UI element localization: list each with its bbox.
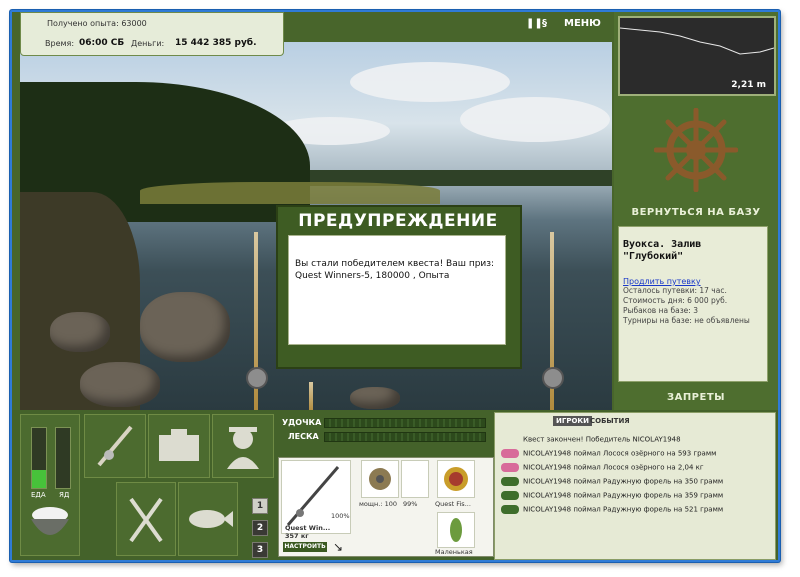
money-value: 15 442 385 руб.: [175, 38, 257, 48]
bans-button[interactable]: ЗАПРЕТЫ: [614, 392, 778, 403]
time-value: 06:00 СБ: [79, 38, 125, 48]
event-text: NICOLAY1948 поймал Радужную форель на 52…: [523, 505, 724, 514]
event-item: Квест закончен! Победитель NICOLAY1948: [501, 435, 771, 448]
events-panel: ИГРОКИ СОБЫТИЯ Квест закончен! Победител…: [494, 412, 776, 560]
rock: [80, 362, 160, 407]
rod-name: Quest Win...: [285, 524, 331, 532]
reel-left-icon: [246, 367, 268, 389]
rods-button[interactable]: [84, 414, 146, 478]
reel-slot[interactable]: [361, 460, 399, 498]
location-info: Вуокса. Залив "Глубокий" Продлить путевк…: [618, 226, 768, 382]
tackle-panel: 100% Quest Win... 357 кг НАСТРОИТЬ ↘ мощ…: [278, 457, 494, 557]
fisherman-icon: [227, 427, 259, 469]
pink-fish-icon: [501, 449, 519, 458]
rods-icon: [97, 425, 133, 467]
time-label: Время:: [45, 39, 75, 48]
poison-label: ЯД: [59, 491, 70, 499]
pot-icon[interactable]: [25, 503, 75, 547]
trout-icon: [501, 477, 519, 486]
poison-meter: [55, 427, 71, 489]
return-to-base-button[interactable]: ВЕРНУТЬСЯ НА БАЗУ: [614, 207, 778, 218]
arrow-icon: ↘: [333, 540, 344, 554]
event-item: NICOLAY1948 поймал Радужную форель на 52…: [501, 505, 771, 518]
cloud: [460, 97, 610, 142]
lure-slot[interactable]: [437, 460, 475, 498]
food-meter-fill: [32, 470, 46, 488]
rod-slot-1-button[interactable]: 1: [252, 498, 268, 514]
line-tension-gauge: [324, 432, 486, 442]
game-area: Получено опыта: 63000 Время: 06:00 СБ Де…: [12, 12, 778, 560]
right-panel: 2,21 m ВЕРНУТЬСЯ НА БАЗУ Вуокса. Залив "…: [614, 12, 778, 422]
sound-icon[interactable]: §: [542, 18, 547, 29]
player-info-bar: Получено опыта: 63000 Время: 06:00 СБ Де…: [20, 12, 284, 56]
trout-icon: [501, 491, 519, 500]
lure-name: Quest Fis...: [435, 500, 471, 508]
tackle-box-button[interactable]: [148, 414, 210, 478]
ship-wheel-icon[interactable]: [654, 108, 738, 192]
setup-button[interactable]: НАСТРОИТЬ: [283, 542, 327, 552]
tournaments: Турниры на базе: не объявлены: [623, 316, 750, 325]
reel-durability: 99%: [403, 500, 418, 508]
eat-button[interactable]: [116, 482, 176, 556]
large-rock: [140, 292, 230, 362]
blank-icon: [501, 435, 519, 444]
rod-weight: 357 кг: [285, 532, 309, 540]
rod-slot[interactable]: [281, 460, 351, 534]
fish-icon: [189, 510, 233, 528]
event-item: NICOLAY1948 поймал Лосося озёрного на 2,…: [501, 463, 771, 476]
experience-label: Получено опыта: 63000: [47, 19, 147, 28]
event-text: NICOLAY1948 поймал Лосося озёрного на 2,…: [523, 463, 704, 472]
event-text: NICOLAY1948 поймал Лосося озёрного на 59…: [523, 449, 717, 458]
rod-gauge-label: УДОЧКА: [282, 418, 322, 427]
reel-right-icon: [542, 367, 564, 389]
depth-chart: 2,21 m: [618, 16, 776, 96]
pass-left: Осталось путевки: 17 час.: [623, 286, 727, 295]
status-box: ЕДА ЯД: [20, 414, 80, 556]
line-slot[interactable]: [401, 460, 429, 498]
rod-slot-2-button[interactable]: 2: [252, 520, 268, 536]
rock: [50, 312, 110, 352]
reel-power: мощн.: 100: [359, 500, 397, 508]
fisherman-button[interactable]: [212, 414, 274, 478]
rod-icon: [286, 466, 340, 526]
fish-keepnet-button[interactable]: [178, 482, 238, 556]
event-text: NICOLAY1948 поймал Радужную форель на 35…: [523, 491, 724, 500]
reeds: [140, 182, 440, 204]
depth-value: 2,21 m: [731, 80, 766, 90]
event-item: NICOLAY1948 поймал Радужную форель на 35…: [501, 491, 771, 504]
cutlery-icon: [129, 497, 163, 543]
food-label: ЕДА: [31, 491, 46, 499]
food-meter: [31, 427, 47, 489]
extend-pass-link[interactable]: Продлить путевку: [623, 277, 763, 286]
event-item: NICOLAY1948 поймал Радужную форель на 35…: [501, 477, 771, 490]
location-title: Вуокса. Залив "Глубокий": [623, 239, 702, 262]
event-text: Квест закончен! Победитель NICOLAY1948: [523, 435, 681, 444]
pause-icon[interactable]: ❚❚: [526, 18, 543, 29]
cloud: [350, 62, 510, 102]
rod-durability: 100%: [331, 512, 350, 520]
event-item: NICOLAY1948 поймал Лосося озёрного на 59…: [501, 449, 771, 462]
trout-icon: [501, 505, 519, 514]
dialog-message: Вы стали победителем квеста! Ваш приз: Q…: [288, 235, 506, 345]
event-text: NICOLAY1948 поймал Радужную форель на 35…: [523, 477, 724, 486]
tackle-box-icon: [159, 429, 199, 461]
menu-button[interactable]: МЕНЮ: [564, 18, 601, 29]
pink-fish-icon: [501, 463, 519, 472]
dialog-title: ПРЕДУПРЕЖДЕНИЕ: [298, 211, 498, 231]
lure-icon: [444, 467, 468, 491]
tab-events[interactable]: СОБЫТИЯ: [587, 416, 633, 426]
bait-icon: [450, 518, 462, 542]
rod-tension-gauge: [324, 418, 486, 428]
bait-slot[interactable]: [437, 512, 475, 548]
rod-slot-3-button[interactable]: 3: [252, 542, 268, 558]
rock: [350, 387, 400, 409]
fishers-count: Рыбаков на базе: 3: [623, 306, 698, 315]
warning-dialog: ПРЕДУПРЕЖДЕНИЕ Вы стали победителем квес…: [276, 205, 522, 369]
line-gauge-label: ЛЕСКА: [288, 432, 319, 441]
fishing-rod-middle[interactable]: [309, 382, 313, 412]
money-label: Деньги:: [131, 39, 165, 48]
reel-icon: [369, 468, 391, 490]
bait-name: Маленькая: [435, 548, 473, 556]
day-cost: Стоимость дня: 6 000 руб.: [623, 296, 728, 305]
